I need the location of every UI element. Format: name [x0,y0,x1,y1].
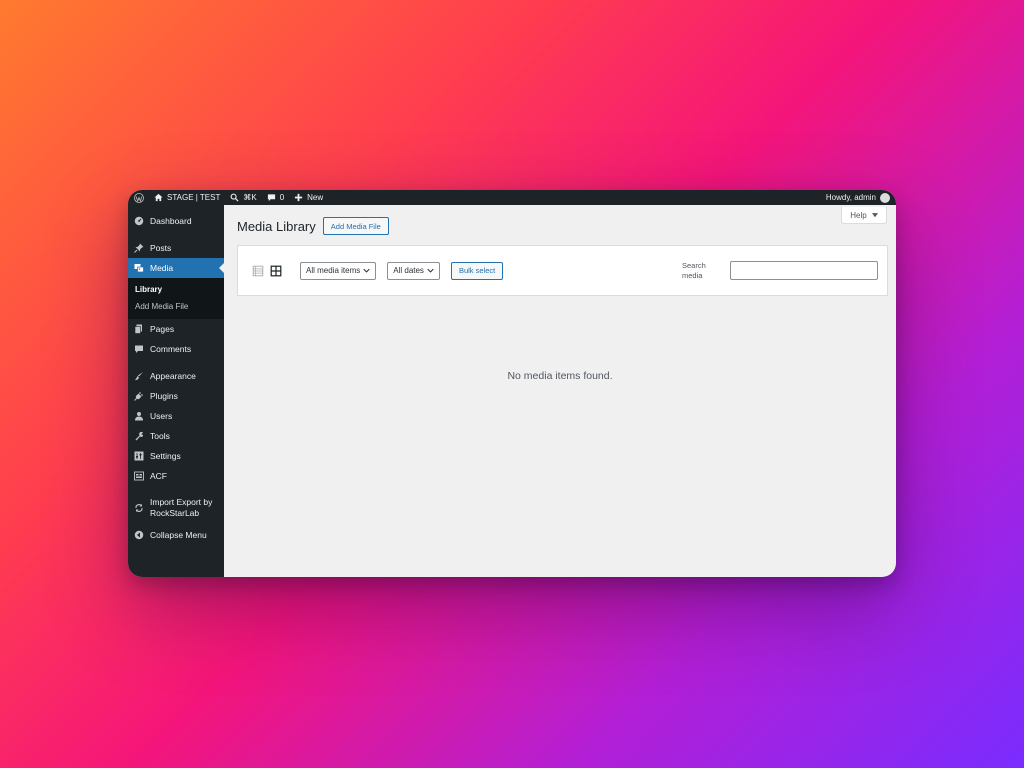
sidebar-item-appearance[interactable]: Appearance [128,366,224,386]
sidebar-item-label: Dashboard [150,216,192,226]
sync-icon [135,504,143,512]
media-type-filter[interactable]: All media items [300,261,377,280]
wordpress-logo-button[interactable] [128,190,149,205]
plug-icon [134,392,143,401]
media-toolbar: All media items All dates Bulk select Se… [237,245,888,296]
plus-icon [295,193,303,202]
shortcut-label: ⌘K [243,193,257,202]
grid-view-button[interactable] [270,265,282,277]
page-title: Media Library [237,218,316,234]
home-icon [154,193,163,202]
wrench-icon [135,431,144,441]
grid-view-icon [270,265,282,276]
sidebar-item-label: Users [150,411,173,421]
submenu-item-library[interactable]: Library [128,281,224,298]
howdy-text: Howdy, admin [825,193,876,202]
view-switch [252,265,282,277]
help-label: Help [850,210,867,220]
site-name-link[interactable]: STAGE | TEST [149,190,225,205]
page-header: Media Library Add Media File [237,217,389,235]
dashboard-icon [134,216,144,226]
pages-icon [134,324,142,334]
sidebar-item-tools[interactable]: Tools [128,426,224,446]
sidebar-item-label: Tools [150,431,170,441]
comments-count: 0 [279,193,285,202]
sidebar-item-plugins[interactable]: Plugins [128,386,224,406]
sidebar-item-pages[interactable]: Pages [128,319,224,339]
sidebar-item-label: Pages [150,324,175,334]
my-account-link[interactable]: Howdy, admin [825,192,896,203]
sidebar-item-media[interactable]: Media [128,258,224,278]
help-tab-button[interactable]: Help [841,207,887,224]
chevron-down-icon [363,268,370,273]
bulk-select-button[interactable]: Bulk select [450,261,504,280]
comment-icon [135,345,143,353]
collapse-menu-button[interactable]: Collapse Menu [128,525,224,545]
wordpress-logo-icon [134,192,144,203]
sidebar-item-label: Appearance [150,371,196,381]
submenu-item-add-media-file[interactable]: Add Media File [128,298,224,315]
sidebar-item-users[interactable]: Users [128,406,224,426]
sidebar-item-dashboard[interactable]: Dashboard [128,211,224,231]
comments-link[interactable]: 0 [262,190,289,205]
settings-icon [134,451,144,461]
admin-sidebar: Dashboard Posts Media Library Add Media … [128,205,224,577]
media-icon [134,264,144,273]
site-name: STAGE | TEST [167,193,221,202]
sidebar-item-label: Plugins [150,391,178,401]
sidebar-item-acf[interactable]: ACF [128,466,224,486]
caret-down-icon [871,212,878,217]
sidebar-item-comments[interactable]: Comments [128,339,224,359]
sidebar-item-label: Collapse Menu [150,530,207,540]
admin-bar: STAGE | TEST ⌘K 0 New Howdy, admin [128,190,896,205]
date-filter-value: All dates [393,266,424,275]
main-content: Help Media Library Add Media File All me… [224,205,896,577]
collapse-icon [134,530,144,540]
media-submenu: Library Add Media File [128,278,224,319]
list-view-button[interactable] [252,265,264,277]
sidebar-item-label: Media [150,263,174,273]
date-filter[interactable]: All dates [387,261,440,280]
sidebar-item-label: ACF [150,471,167,481]
browser-window: STAGE | TEST ⌘K 0 New Howdy, admin Dashb… [128,190,896,577]
comment-icon [267,194,275,202]
pushpin-icon [134,243,144,253]
brush-icon [135,372,143,381]
sidebar-item-label: Settings [150,451,181,461]
search-media-input[interactable] [730,261,878,280]
command-search-button[interactable]: ⌘K [225,190,261,205]
sidebar-item-label: Import Export by RockStarLab [150,497,213,518]
chevron-down-icon [427,268,434,273]
new-label: New [307,193,324,202]
empty-state-message: No media items found. [507,370,613,382]
avatar [880,192,890,203]
sidebar-item-import-export[interactable]: Import Export by RockStarLab [128,494,224,522]
search-media-label: Search media [682,260,706,280]
sidebar-item-posts[interactable]: Posts [128,238,224,258]
add-media-file-button[interactable]: Add Media File [322,217,389,235]
media-type-filter-value: All media items [306,266,361,275]
user-icon [135,412,143,421]
sidebar-item-settings[interactable]: Settings [128,446,224,466]
acf-icon [134,471,144,481]
new-content-button[interactable]: New [289,190,328,205]
search-icon [230,193,239,202]
sidebar-item-label: Comments [150,344,192,354]
sidebar-item-label: Posts [150,243,172,253]
list-view-icon [252,265,264,276]
